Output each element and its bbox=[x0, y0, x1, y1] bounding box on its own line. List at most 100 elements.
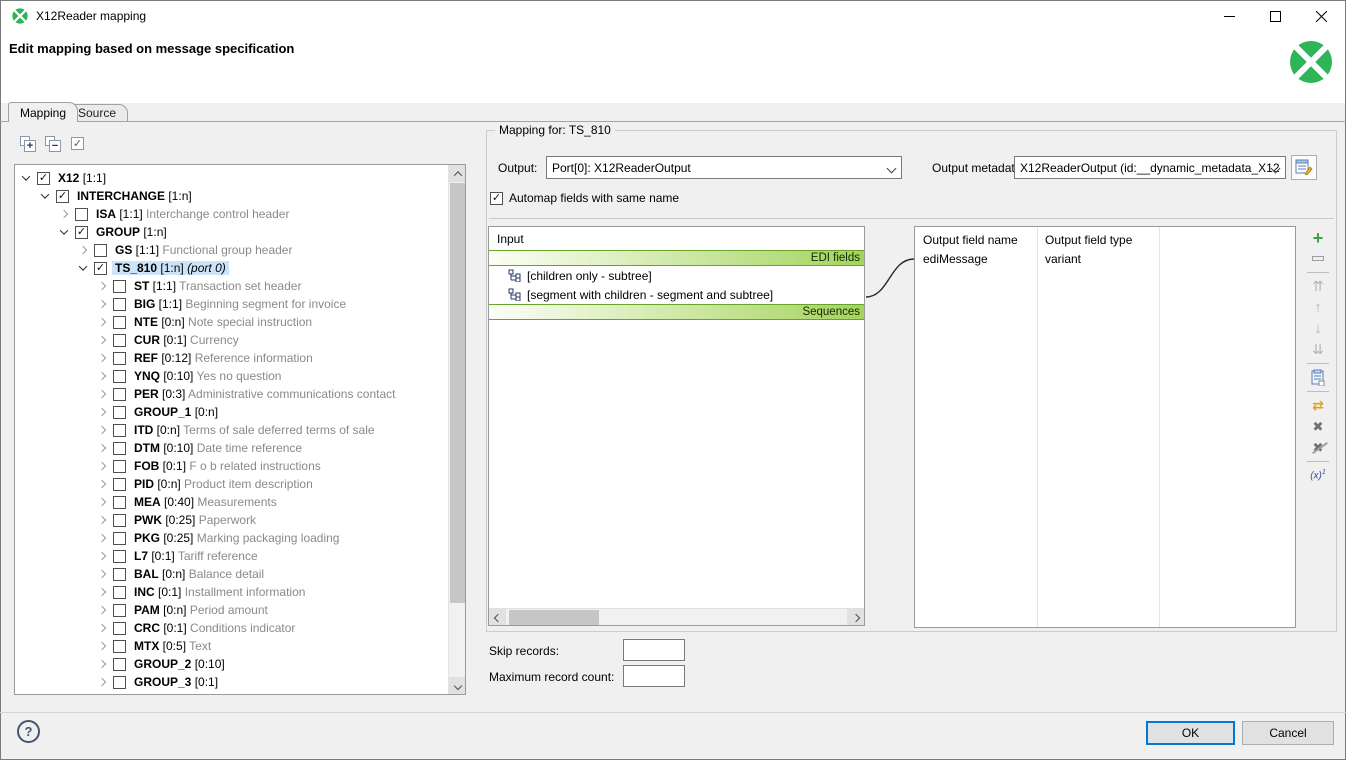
close-button[interactable] bbox=[1298, 1, 1344, 31]
tree-item-checkbox[interactable] bbox=[113, 622, 126, 635]
expand-chevron-icon[interactable] bbox=[95, 459, 109, 473]
expand-all-button[interactable]: + bbox=[20, 136, 36, 152]
automap-checkbox-row[interactable]: ✓ Automap fields with same name bbox=[490, 191, 679, 205]
tree-item-pam[interactable]: PAM [0:n] Period amount bbox=[15, 601, 448, 619]
expand-chevron-icon[interactable] bbox=[95, 531, 109, 545]
expand-chevron-icon[interactable] bbox=[95, 495, 109, 509]
check-selection-button[interactable]: ✓ bbox=[70, 136, 86, 152]
scrollbar-thumb[interactable] bbox=[450, 183, 465, 603]
expand-chevron-icon[interactable] bbox=[95, 657, 109, 671]
expand-chevron-icon[interactable] bbox=[95, 333, 109, 347]
move-bottom-button[interactable]: ⇊ bbox=[1307, 339, 1329, 360]
minimize-button[interactable] bbox=[1206, 1, 1252, 31]
ok-button[interactable]: OK bbox=[1146, 721, 1235, 745]
tree-item-big[interactable]: BIG [1:1] Beginning segment for invoice bbox=[15, 295, 448, 313]
expand-chevron-icon[interactable] bbox=[95, 603, 109, 617]
input-fields-panel[interactable]: Input EDI fields[children only - subtree… bbox=[488, 226, 865, 626]
output-port-combobox[interactable]: Port[0]: X12ReaderOutput bbox=[546, 156, 902, 179]
add-field-button[interactable]: + bbox=[1307, 227, 1329, 248]
tree-vertical-scrollbar[interactable] bbox=[448, 165, 465, 694]
expand-chevron-icon[interactable] bbox=[95, 639, 109, 653]
maximize-button[interactable] bbox=[1252, 1, 1298, 31]
expand-chevron-icon[interactable] bbox=[95, 369, 109, 383]
tree-item-pkg[interactable]: PKG [0:25] Marking packaging loading bbox=[15, 529, 448, 547]
move-down-button[interactable]: ↓ bbox=[1307, 318, 1329, 339]
tree-item-checkbox[interactable] bbox=[113, 586, 126, 599]
output-field-name-cell[interactable]: ediMessage bbox=[923, 252, 988, 266]
tree-item-interchange[interactable]: ✓INTERCHANGE [1:n] bbox=[15, 187, 448, 205]
tree-item-group[interactable]: ✓GROUP [1:n] bbox=[15, 223, 448, 241]
expand-chevron-icon[interactable] bbox=[95, 567, 109, 581]
tree-item-crc[interactable]: CRC [0:1] Conditions indicator bbox=[15, 619, 448, 637]
tree-item-st[interactable]: ST [1:1] Transaction set header bbox=[15, 277, 448, 295]
tree-item-pid[interactable]: PID [0:n] Product item description bbox=[15, 475, 448, 493]
expand-chevron-icon[interactable] bbox=[95, 315, 109, 329]
collapse-chevron-icon[interactable] bbox=[38, 189, 52, 203]
tree-item-fob[interactable]: FOB [0:1] F o b related instructions bbox=[15, 457, 448, 475]
scroll-down-button[interactable] bbox=[449, 677, 466, 694]
tree-item-inc[interactable]: INC [0:1] Installment information bbox=[15, 583, 448, 601]
tree-item-l7[interactable]: L7 [0:1] Tariff reference bbox=[15, 547, 448, 565]
expand-chevron-icon[interactable] bbox=[95, 297, 109, 311]
remove-field-button[interactable] bbox=[1307, 248, 1329, 269]
expand-chevron-icon[interactable] bbox=[95, 549, 109, 563]
tree-item-checkbox[interactable]: ✓ bbox=[37, 172, 50, 185]
input-horizontal-scrollbar[interactable] bbox=[489, 608, 864, 625]
output-metadata-combobox[interactable]: X12ReaderOutput (id:__dynamic_metadata_X… bbox=[1014, 156, 1286, 179]
tree-item-checkbox[interactable] bbox=[113, 478, 126, 491]
tree-item-checkbox[interactable]: ✓ bbox=[75, 226, 88, 239]
tree-item-cur[interactable]: CUR [0:1] Currency bbox=[15, 331, 448, 349]
input-item[interactable]: [children only - subtree] bbox=[489, 266, 864, 285]
tree-item-nte[interactable]: NTE [0:n] Note special instruction bbox=[15, 313, 448, 331]
tree-item-checkbox[interactable] bbox=[113, 280, 126, 293]
skip-records-input[interactable] bbox=[623, 639, 685, 661]
tree-item-bal[interactable]: BAL [0:n] Balance detail bbox=[15, 565, 448, 583]
tree-item-mea[interactable]: MEA [0:40] Measurements bbox=[15, 493, 448, 511]
expand-chevron-icon[interactable] bbox=[76, 243, 90, 257]
expand-chevron-icon[interactable] bbox=[95, 675, 109, 689]
scroll-right-button[interactable] bbox=[847, 609, 864, 626]
tree-item-mtx[interactable]: MTX [0:5] Text bbox=[15, 637, 448, 655]
tree-item-checkbox[interactable]: ✓ bbox=[94, 262, 107, 275]
tree-item-checkbox[interactable] bbox=[113, 658, 126, 671]
tree-item-x12[interactable]: ✓X12 [1:1] bbox=[15, 169, 448, 187]
tree-item-checkbox[interactable] bbox=[113, 442, 126, 455]
expand-chevron-icon[interactable] bbox=[95, 441, 109, 455]
tree-item-checkbox[interactable] bbox=[113, 388, 126, 401]
tree-item-gs[interactable]: GS [1:1] Functional group header bbox=[15, 241, 448, 259]
cancel-button[interactable]: Cancel bbox=[1242, 721, 1334, 745]
expand-chevron-icon[interactable] bbox=[95, 423, 109, 437]
expand-chevron-icon[interactable] bbox=[95, 477, 109, 491]
tree-item-per[interactable]: PER [0:3] Administrative communications … bbox=[15, 385, 448, 403]
collapse-chevron-icon[interactable] bbox=[76, 261, 90, 275]
scrollbar-thumb[interactable] bbox=[509, 610, 599, 625]
edit-metadata-button[interactable] bbox=[1291, 155, 1317, 180]
tree-item-ref[interactable]: REF [0:12] Reference information bbox=[15, 349, 448, 367]
tree-item-group_1[interactable]: GROUP_1 [0:n] bbox=[15, 403, 448, 421]
collapse-chevron-icon[interactable] bbox=[57, 225, 71, 239]
tree-item-checkbox[interactable] bbox=[113, 352, 126, 365]
output-fields-table[interactable]: Output field name Output field type ediM… bbox=[914, 226, 1296, 628]
tree-item-checkbox[interactable] bbox=[113, 532, 126, 545]
tree-item-checkbox[interactable] bbox=[113, 568, 126, 581]
tree-item-checkbox[interactable] bbox=[113, 496, 126, 509]
tree-item-checkbox[interactable] bbox=[113, 676, 126, 689]
expand-chevron-icon[interactable] bbox=[95, 621, 109, 635]
expand-chevron-icon[interactable] bbox=[95, 513, 109, 527]
expand-chevron-icon[interactable] bbox=[95, 279, 109, 293]
expand-chevron-icon[interactable] bbox=[95, 387, 109, 401]
remove-mapping-button[interactable]: ✖ bbox=[1307, 416, 1329, 437]
expand-chevron-icon[interactable] bbox=[95, 405, 109, 419]
expand-chevron-icon[interactable] bbox=[95, 351, 109, 365]
tree-item-checkbox[interactable] bbox=[113, 424, 126, 437]
move-up-button[interactable]: ↑ bbox=[1307, 297, 1329, 318]
tree-item-checkbox[interactable] bbox=[94, 244, 107, 257]
tree-item-checkbox[interactable] bbox=[113, 640, 126, 653]
tree-item-checkbox[interactable] bbox=[113, 514, 126, 527]
scroll-left-button[interactable] bbox=[489, 609, 506, 626]
tree-item-dtm[interactable]: DTM [0:10] Date time reference bbox=[15, 439, 448, 457]
tree-item-ynq[interactable]: YNQ [0:10] Yes no question bbox=[15, 367, 448, 385]
expression-button[interactable]: (x)1 bbox=[1307, 465, 1329, 486]
tree-item-group_3[interactable]: GROUP_3 [0:1] bbox=[15, 673, 448, 691]
tree-item-checkbox[interactable] bbox=[113, 406, 126, 419]
